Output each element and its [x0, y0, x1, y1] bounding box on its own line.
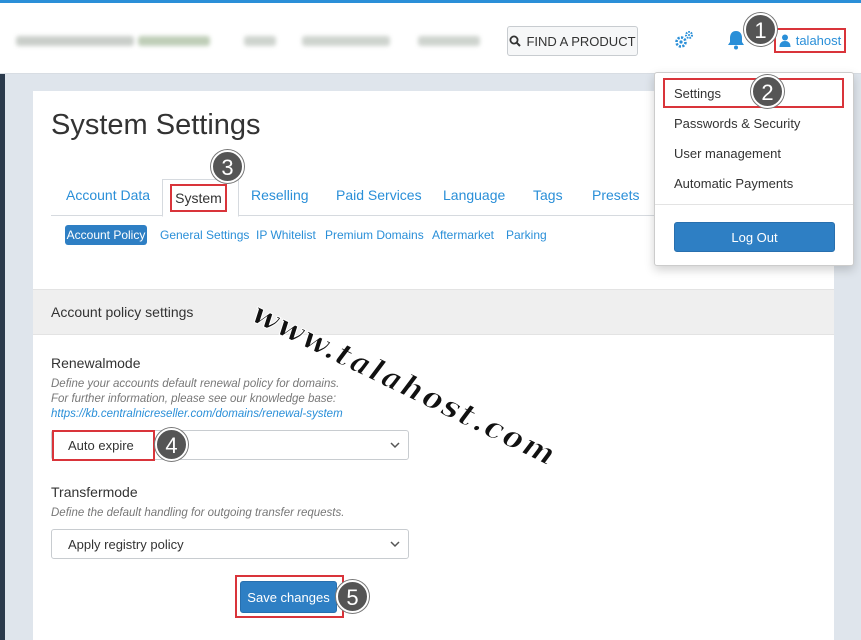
settings-tabs: Account Data System Reselling Paid Servi… [51, 179, 691, 217]
section-header: Account policy settings [33, 289, 834, 335]
renewal-help-line2: For further information, please see our … [51, 393, 337, 405]
tab-tags[interactable]: Tags [533, 187, 563, 203]
step-badge-2: 2 [751, 75, 784, 108]
find-product-button[interactable]: FIND A PRODUCT [507, 26, 638, 56]
sidebar-edge [0, 74, 5, 640]
step-badge-1: 1 [744, 13, 777, 46]
username-label: talahost [795, 33, 842, 48]
tab-system-label: System [170, 184, 227, 212]
transfer-mode-label: Transfermode [51, 484, 138, 500]
subtab-premium-domains[interactable]: Premium Domains [325, 228, 424, 242]
menu-divider [655, 204, 853, 205]
highlight-box [52, 430, 155, 461]
subtab-ip-whitelist[interactable]: IP Whitelist [256, 228, 316, 242]
chevron-down-icon [390, 541, 400, 548]
subtab-aftermarket[interactable]: Aftermarket [432, 228, 494, 242]
subtab-parking[interactable]: Parking [506, 228, 547, 242]
renewal-kb-link[interactable]: https://kb.centralnicreseller.com/domain… [51, 408, 343, 420]
tab-presets[interactable]: Presets [592, 187, 639, 203]
logout-button[interactable]: Log Out [674, 222, 835, 252]
subtab-account-policy[interactable]: Account Policy [65, 225, 147, 245]
chevron-down-icon [390, 442, 400, 449]
transfer-help: Define the default handling for outgoing… [51, 507, 345, 519]
search-icon [509, 35, 522, 47]
renewal-help: Define your accounts default renewal pol… [51, 377, 343, 422]
menu-item-user-management[interactable]: User management [674, 146, 781, 161]
tab-system[interactable]: System [162, 179, 239, 217]
section-title: Account policy settings [51, 304, 194, 320]
user-icon [779, 34, 791, 47]
blurred-nav-item [244, 36, 276, 46]
save-changes-button[interactable]: Save changes [240, 581, 337, 613]
blurred-nav-item [16, 36, 134, 46]
find-product-label: FIND A PRODUCT [526, 33, 636, 49]
user-menu-button[interactable]: talahost [774, 28, 846, 53]
blurred-nav-item [138, 36, 210, 46]
gears-icon[interactable] [673, 29, 695, 51]
transfer-mode-select[interactable]: Apply registry policy [51, 529, 409, 559]
tab-language[interactable]: Language [443, 187, 505, 203]
subtab-general-settings[interactable]: General Settings [160, 228, 249, 242]
menu-item-settings[interactable]: Settings [674, 86, 721, 101]
tab-reselling[interactable]: Reselling [251, 187, 309, 203]
step-badge-4: 4 [155, 428, 188, 461]
tab-paid-services[interactable]: Paid Services [336, 187, 422, 203]
renewal-mode-label: Renewalmode [51, 355, 141, 371]
blurred-nav-item [418, 36, 480, 46]
top-bar: FIND A PRODUCT talahost [0, 0, 861, 74]
step-badge-3: 3 [211, 150, 244, 183]
menu-item-passwords-security[interactable]: Passwords & Security [674, 116, 800, 131]
bell-icon[interactable] [726, 29, 746, 51]
transfer-mode-value: Apply registry policy [68, 537, 184, 552]
step-badge-5: 5 [336, 580, 369, 613]
blurred-nav-item [302, 36, 390, 46]
tab-account-data[interactable]: Account Data [66, 187, 150, 203]
renewal-help-line1: Define your accounts default renewal pol… [51, 378, 340, 390]
page-title: System Settings [51, 109, 261, 141]
menu-item-automatic-payments[interactable]: Automatic Payments [674, 176, 793, 191]
